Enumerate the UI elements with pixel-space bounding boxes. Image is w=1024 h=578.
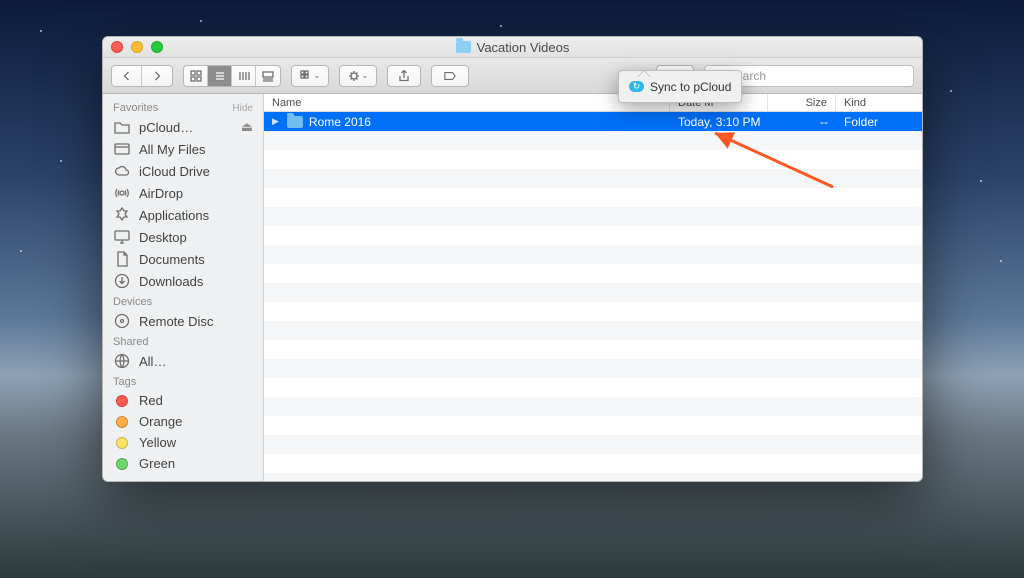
table-row [264,359,922,378]
close-button[interactable] [111,41,123,53]
sidebar-tag-yellow[interactable]: Yellow [103,432,263,453]
sidebar: Favorites Hide pCloud… ⏏ All My Files iC… [103,94,264,481]
sidebar-tag-orange[interactable]: Orange [103,411,263,432]
sidebar-item-applications[interactable]: Applications [103,204,263,226]
folder-icon [113,119,131,135]
action-button[interactable]: ⌄ [339,65,377,87]
sync-to-pcloud-item[interactable]: Sync to pCloud [629,77,731,96]
window-title: Vacation Videos [477,40,570,55]
toolbar: ⌄ ⌄ ⌄ Search [103,58,922,94]
documents-icon [113,251,131,267]
sidebar-tag-green[interactable]: Green [103,453,263,474]
column-kind[interactable]: Kind [836,94,922,111]
disc-icon [113,313,131,329]
sidebar-item-downloads[interactable]: Downloads [103,270,263,292]
table-row [264,131,922,150]
table-row [264,207,922,226]
favorites-hide[interactable]: Hide [232,103,253,114]
pcloud-popover: Sync to pCloud [618,70,742,103]
rows-container: ▶ Rome 2016 Today, 3:10 PM--Folder [264,112,922,481]
table-row [264,397,922,416]
eject-icon[interactable]: ⏏ [241,119,253,135]
applications-icon [113,207,131,223]
sidebar-tag-red[interactable]: Red [103,390,263,411]
file-kind: Folder [836,115,922,129]
table-row [264,416,922,435]
tag-dot-icon [116,437,128,449]
table-row[interactable]: ▶ Rome 2016 Today, 3:10 PM--Folder [264,112,922,131]
sidebar-header-devices: Devices [103,292,263,310]
window-controls [111,41,163,53]
popover-label: Sync to pCloud [650,80,731,94]
downloads-icon [113,273,131,289]
minimize-button[interactable] [131,41,143,53]
sidebar-header-favorites: Favorites Hide [103,98,263,116]
sidebar-header-shared: Shared [103,332,263,350]
table-row [264,264,922,283]
table-row [264,473,922,481]
file-list: Name ⌃ Date M Size Kind ▶ Rome 2016 Today,… [264,94,922,481]
airdrop-icon [113,185,131,201]
arrange-button[interactable]: ⌄ [291,65,329,87]
sidebar-item-pcloud[interactable]: pCloud… ⏏ [103,116,263,138]
forward-button[interactable] [142,66,172,86]
table-row [264,226,922,245]
folder-icon [287,116,303,128]
sidebar-item-desktop[interactable]: Desktop [103,226,263,248]
tags-button[interactable] [431,65,469,87]
share-button[interactable] [387,65,421,87]
sidebar-item-remote-disc[interactable]: Remote Disc [103,310,263,332]
table-row [264,340,922,359]
view-list-button[interactable] [208,66,232,86]
table-row [264,283,922,302]
column-name[interactable]: Name ⌃ [264,94,670,111]
table-row [264,150,922,169]
sidebar-item-documents[interactable]: Documents [103,248,263,270]
disclosure-triangle-icon[interactable]: ▶ [272,116,279,127]
back-button[interactable] [112,66,142,86]
sidebar-item-icloud[interactable]: iCloud Drive [103,160,263,182]
sidebar-item-all-my-files[interactable]: All My Files [103,138,263,160]
file-size: -- [768,115,836,129]
table-row [264,378,922,397]
view-switcher [183,65,281,87]
table-row [264,321,922,340]
cloud-icon [113,163,131,179]
view-icons-button[interactable] [184,66,208,86]
finder-window: Vacation Videos [102,36,923,482]
table-row [264,435,922,454]
tag-dot-icon [116,458,128,470]
desktop-icon [113,229,131,245]
table-row [264,169,922,188]
table-row [264,302,922,321]
network-icon [113,353,131,369]
table-row [264,454,922,473]
view-columns-button[interactable] [232,66,256,86]
view-coverflow-button[interactable] [256,66,280,86]
sidebar-item-airdrop[interactable]: AirDrop [103,182,263,204]
nav-back-forward [111,65,173,87]
all-files-icon [113,141,131,157]
column-size[interactable]: Size [768,94,836,111]
table-row [264,188,922,207]
file-date: Today, 3:10 PM [670,115,768,129]
titlebar: Vacation Videos [103,37,922,58]
file-name: Rome 2016 [309,115,371,129]
pcloud-icon [629,81,644,92]
table-row [264,245,922,264]
sidebar-item-shared-all[interactable]: All… [103,350,263,372]
tag-dot-icon [116,395,128,407]
column-headers: Name ⌃ Date M Size Kind [264,94,922,112]
folder-icon [456,41,471,53]
zoom-button[interactable] [151,41,163,53]
tag-dot-icon [116,416,128,428]
sidebar-header-tags: Tags [103,372,263,390]
